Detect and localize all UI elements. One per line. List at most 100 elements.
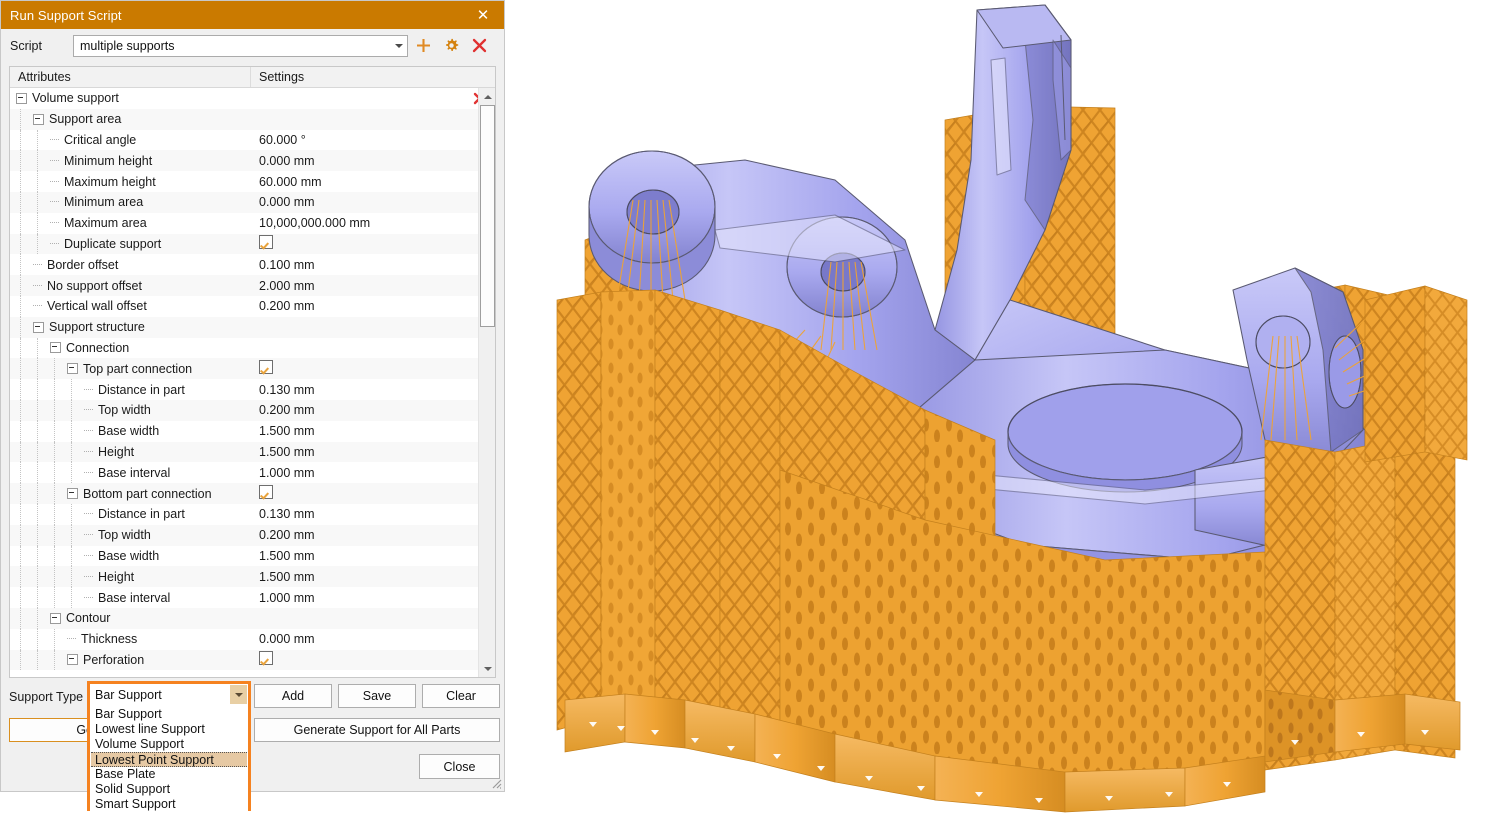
- support-type-option[interactable]: Lowest Point Support: [91, 752, 247, 767]
- chevron-down-icon[interactable]: [391, 36, 407, 56]
- tree-leaf-connector: [33, 285, 42, 287]
- tree-row[interactable]: Duplicate support: [10, 234, 495, 255]
- tree-row[interactable]: Maximum height60.000 mm: [10, 171, 495, 192]
- chevron-down-icon[interactable]: [230, 685, 247, 704]
- support-type-field[interactable]: Bar Support: [90, 684, 248, 705]
- tree-row-value[interactable]: 0.000 mm: [251, 154, 495, 168]
- tree-row-value[interactable]: [251, 235, 495, 252]
- tree-row[interactable]: Border offset0.100 mm: [10, 254, 495, 275]
- tree-row[interactable]: Base width1.500 mm: [10, 546, 495, 567]
- tree-row[interactable]: Minimum area0.000 mm: [10, 192, 495, 213]
- scrollbar-thumb[interactable]: [480, 105, 495, 327]
- tree-row[interactable]: No support offset2.000 mm: [10, 275, 495, 296]
- checkbox-checked-icon[interactable]: [259, 235, 273, 249]
- attributes-tree-panel[interactable]: Attributes Settings Volume supportSuppor…: [9, 66, 496, 678]
- delete-script-icon[interactable]: [466, 33, 492, 59]
- support-type-option[interactable]: Volume Support: [91, 737, 247, 752]
- column-header-attributes: Attributes: [10, 67, 251, 87]
- support-type-option[interactable]: Smart Support: [91, 797, 247, 812]
- support-type-option[interactable]: Lowest line Support: [91, 722, 247, 737]
- resize-grip-icon[interactable]: [490, 777, 502, 789]
- tree-row-value[interactable]: [251, 485, 495, 502]
- scroll-down-icon[interactable]: [479, 660, 496, 677]
- support-type-combobox[interactable]: Bar Support Bar SupportLowest line Suppo…: [90, 684, 248, 813]
- 3d-viewport[interactable]: [505, 0, 1485, 815]
- tree-row-value[interactable]: 0.130 mm: [251, 383, 495, 397]
- tree-row-value[interactable]: 0.000 mm: [251, 195, 495, 209]
- support-type-option-list[interactable]: Bar SupportLowest line SupportVolume Sup…: [90, 705, 248, 813]
- tree-row[interactable]: Vertical wall offset0.200 mm: [10, 296, 495, 317]
- tree-guide-line: [37, 483, 38, 504]
- tree-row-value[interactable]: 2.000 mm: [251, 279, 495, 293]
- tree-body[interactable]: Volume supportSupport areaCritical angle…: [10, 88, 495, 678]
- tree-row[interactable]: Connection: [10, 338, 495, 359]
- tree-row-value[interactable]: 0.000 mm: [251, 632, 495, 646]
- tree-row-value[interactable]: 10,000,000.000 mm: [251, 216, 495, 230]
- close-button[interactable]: Close: [419, 754, 500, 779]
- scroll-up-icon[interactable]: [479, 88, 496, 105]
- tree-collapse-icon[interactable]: [67, 654, 78, 665]
- clear-button[interactable]: Clear: [422, 684, 500, 708]
- tree-row-value[interactable]: [251, 651, 495, 668]
- support-type-option[interactable]: Solid Support: [91, 782, 247, 797]
- add-script-icon[interactable]: [410, 33, 436, 59]
- tree-row[interactable]: Critical angle60.000 °: [10, 130, 495, 151]
- tree-row-value[interactable]: 0.200 mm: [251, 403, 495, 417]
- tree-row-value[interactable]: 1.500 mm: [251, 570, 495, 584]
- tree-collapse-icon[interactable]: [67, 363, 78, 374]
- tree-row-label: Top width: [98, 403, 151, 417]
- checkbox-checked-icon[interactable]: [259, 651, 273, 665]
- tree-row[interactable]: Bottom part connection: [10, 483, 495, 504]
- support-type-option[interactable]: Base Plate: [91, 767, 247, 782]
- tree-row-value[interactable]: 1.500 mm: [251, 549, 495, 563]
- tree-row-value[interactable]: 0.200 mm: [251, 299, 495, 313]
- tree-row-value[interactable]: 1.500 mm: [251, 445, 495, 459]
- tree-collapse-icon[interactable]: [67, 488, 78, 499]
- tree-row-value[interactable]: 1.000 mm: [251, 466, 495, 480]
- tree-row[interactable]: Top part connection: [10, 358, 495, 379]
- tree-collapse-icon[interactable]: [50, 342, 61, 353]
- tree-row[interactable]: Distance in part0.130 mm: [10, 379, 495, 400]
- save-button[interactable]: Save: [338, 684, 416, 708]
- tree-collapse-icon[interactable]: [50, 613, 61, 624]
- tree-row[interactable]: Volume support: [10, 88, 495, 109]
- tree-row[interactable]: Distance in part0.130 mm: [10, 504, 495, 525]
- tree-row-attribute: Distance in part: [10, 504, 251, 525]
- tree-guide-line: [20, 275, 21, 296]
- title-bar[interactable]: Run Support Script ✕: [1, 1, 504, 29]
- tree-row[interactable]: Support area: [10, 109, 495, 130]
- tree-row[interactable]: Height1.500 mm: [10, 566, 495, 587]
- tree-collapse-icon[interactable]: [33, 322, 44, 333]
- tree-vertical-scrollbar[interactable]: [478, 88, 495, 677]
- tree-row[interactable]: Maximum area10,000,000.000 mm: [10, 213, 495, 234]
- tree-row-value[interactable]: 0.130 mm: [251, 507, 495, 521]
- tree-row[interactable]: Base interval1.000 mm: [10, 587, 495, 608]
- checkbox-checked-icon[interactable]: [259, 485, 273, 499]
- tree-row-value[interactable]: [251, 360, 495, 377]
- tree-row[interactable]: Top width0.200 mm: [10, 525, 495, 546]
- tree-row[interactable]: Perforation: [10, 650, 495, 671]
- tree-collapse-icon[interactable]: [16, 93, 27, 104]
- close-icon[interactable]: ✕: [462, 1, 504, 29]
- tree-row[interactable]: Height1.500 mm: [10, 442, 495, 463]
- tree-row[interactable]: Base interval1.000 mm: [10, 462, 495, 483]
- tree-row[interactable]: Support structure: [10, 317, 495, 338]
- support-type-option[interactable]: Bar Support: [91, 707, 247, 722]
- tree-row[interactable]: Minimum height0.000 mm: [10, 150, 495, 171]
- tree-row[interactable]: Base width1.500 mm: [10, 421, 495, 442]
- tree-row-value[interactable]: 0.200 mm: [251, 528, 495, 542]
- tree-row-value[interactable]: 60.000 mm: [251, 175, 495, 189]
- tree-row[interactable]: Top width 0.200 mm: [10, 400, 495, 421]
- tree-row[interactable]: Contour: [10, 608, 495, 629]
- tree-row-value[interactable]: 1.000 mm: [251, 591, 495, 605]
- checkbox-checked-icon[interactable]: [259, 360, 273, 374]
- script-combobox[interactable]: multiple supports: [73, 35, 408, 57]
- tree-collapse-icon[interactable]: [33, 114, 44, 125]
- tree-row[interactable]: Thickness0.000 mm: [10, 629, 495, 650]
- add-button[interactable]: Add: [254, 684, 332, 708]
- tree-row-value[interactable]: 1.500 mm: [251, 424, 495, 438]
- tree-row-value[interactable]: 0.100 mm: [251, 258, 495, 272]
- tree-row-value[interactable]: 60.000 °: [251, 133, 495, 147]
- generate-support-all-parts-button[interactable]: Generate Support for All Parts: [254, 718, 500, 742]
- settings-gear-icon[interactable]: [438, 33, 464, 59]
